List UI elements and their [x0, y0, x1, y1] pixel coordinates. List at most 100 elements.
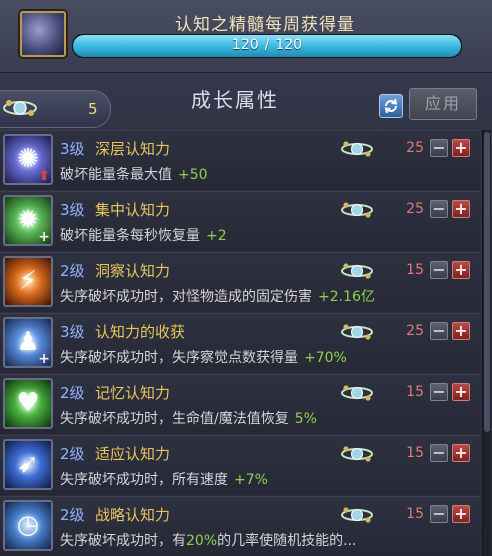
progress-current: 120 — [231, 37, 259, 53]
available-points-box: 5 — [0, 90, 111, 128]
increase-button[interactable]: + — [452, 444, 470, 462]
skill-row: ♥ 2级 记忆认知力 失序破坏成功时，生命值/魔法值恢复 5% 15 − + — [0, 374, 480, 434]
upgrade-arrow-icon: ⬆ — [38, 168, 50, 184]
skill-row: ⚡ 2级 洞察认知力 失序破坏成功时，对怪物造成的固定伤害 +2.16亿 15 −… — [0, 252, 480, 312]
increase-button[interactable]: + — [452, 383, 470, 401]
skill-row: ♟ + 3级 认知力的收获 失序破坏成功时，失序察觉点数获得量 +70% 25 −… — [0, 313, 480, 373]
increase-button[interactable]: + — [452, 200, 470, 218]
cognition-orb-icon — [341, 202, 373, 218]
skill-desc-highlight: 20% — [186, 533, 218, 549]
skill-description: 破坏能量条每秒恢复量 +2 — [60, 225, 227, 245]
decrease-button[interactable]: − — [430, 139, 448, 157]
decrease-button[interactable]: − — [430, 322, 448, 340]
progress-text: 120 / 120 — [73, 37, 461, 53]
skill-cost: 15 — [406, 262, 424, 278]
skill-list-scrollbar[interactable] — [482, 130, 491, 556]
decrease-button[interactable]: − — [430, 505, 448, 523]
skill-desc-text: 破坏能量条最大值 — [60, 167, 172, 183]
increase-button[interactable]: + — [452, 139, 470, 157]
skill-desc-text: 的几率使随机技能的... — [217, 533, 357, 549]
skill-desc-text: 失序破坏成功时，对怪物造成的固定伤害 — [60, 289, 312, 305]
skill-level: 3级 — [60, 201, 85, 219]
progress-max: 120 — [275, 37, 303, 53]
skill-description: 失序破坏成功时，失序察觉点数获得量 +70% — [60, 347, 347, 367]
decrease-button[interactable]: − — [430, 261, 448, 279]
skill-name: 洞察认知力 — [95, 262, 171, 280]
cognition-orb-icon — [341, 141, 373, 157]
skill-description: 失序破坏成功时，生命值/魔法值恢复 5% — [60, 408, 317, 428]
skill-desc-text: 破坏能量条每秒恢复量 — [60, 228, 200, 244]
skill-cost: 15 — [406, 384, 424, 400]
progress-separator: / — [264, 37, 270, 53]
cognition-orb-icon — [341, 324, 373, 340]
skill-description: 失序破坏成功时，对怪物造成的固定伤害 +2.16亿 — [60, 286, 375, 306]
skill-name: 记忆认知力 — [95, 384, 171, 402]
memory-cognition-icon: ♥ — [3, 378, 53, 429]
cognition-orb-icon — [3, 100, 37, 116]
skill-bonus: +50 — [178, 167, 208, 183]
weekly-essence-title: 认知之精髓每周获得量 — [175, 15, 355, 35]
skill-description: 破坏能量条最大值 +50 — [60, 164, 208, 184]
skill-level: 2级 — [60, 506, 85, 524]
skill-desc-text: 失序破坏成功时，失序察觉点数获得量 — [60, 350, 298, 366]
weekly-essence-header: 认知之精髓每周获得量 120 / 120 — [0, 0, 492, 73]
skill-level: 2级 — [60, 384, 85, 402]
increase-button[interactable]: + — [452, 261, 470, 279]
focus-cognition-icon: ✹ + — [3, 195, 53, 246]
harvest-cognition-icon: ♟ + — [3, 317, 53, 368]
apply-button[interactable]: 应用 — [409, 88, 477, 120]
skill-level: 2级 — [60, 262, 85, 280]
cognition-orb-icon — [341, 263, 373, 279]
cognition-essence-icon — [20, 11, 66, 57]
skill-row: ✺ ⬆ 3级 深层认知力 破坏能量条最大值 +50 25 − + — [0, 130, 480, 190]
cognition-orb-icon — [341, 507, 373, 523]
skill-bonus: +7% — [234, 472, 268, 488]
skill-level: 3级 — [60, 323, 85, 341]
deep-cognition-icon: ✺ ⬆ — [3, 134, 53, 185]
available-points-value: 5 — [88, 100, 98, 118]
increase-button[interactable]: + — [452, 322, 470, 340]
skill-bonus: +2.16亿 — [318, 289, 375, 305]
scrollbar-thumb[interactable] — [484, 132, 490, 432]
skill-cost: 25 — [406, 201, 424, 217]
cognition-orb-icon — [341, 446, 373, 462]
skill-row: ➹ 2级 适应认知力 失序破坏成功时，所有速度 +7% 15 − + — [0, 435, 480, 495]
skill-cost: 25 — [406, 323, 424, 339]
plus-badge-icon: + — [38, 351, 50, 367]
skill-bonus: 5% — [294, 411, 317, 427]
increase-button[interactable]: + — [452, 505, 470, 523]
refresh-icon — [384, 98, 398, 114]
skill-desc-text: 失序破坏成功时，有 — [60, 533, 186, 549]
skill-cost: 25 — [406, 140, 424, 156]
skill-description: 失序破坏成功时，所有速度 +7% — [60, 469, 268, 489]
plus-badge-icon: + — [38, 229, 50, 245]
skill-level: 2级 — [60, 445, 85, 463]
skill-name: 深层认知力 — [95, 140, 171, 158]
skill-cost: 15 — [406, 445, 424, 461]
decrease-button[interactable]: − — [430, 444, 448, 462]
skill-name: 认知力的收获 — [95, 323, 186, 341]
skill-cost: 15 — [406, 506, 424, 522]
skill-name: 集中认知力 — [95, 201, 171, 219]
section-title: 成长属性 — [191, 88, 279, 112]
strategy-cognition-icon: ◷ — [3, 500, 53, 551]
cognition-orb-icon — [341, 385, 373, 401]
refresh-button[interactable] — [379, 94, 403, 118]
skill-level: 3级 — [60, 140, 85, 158]
decrease-button[interactable]: − — [430, 383, 448, 401]
growth-attributes-panel: 认知之精髓每周获得量 120/120 5 成长属性 应用 ✺ ⬆ 3级 深层认知… — [0, 0, 492, 556]
skill-bonus: +2 — [206, 228, 227, 244]
skill-list: ✺ ⬆ 3级 深层认知力 破坏能量条最大值 +50 25 − + ✹ + 3级 集… — [0, 130, 480, 556]
skill-name: 适应认知力 — [95, 445, 171, 463]
skill-desc-text: 失序破坏成功时，生命值/魔法值恢复 — [60, 411, 289, 427]
skill-bonus: +70% — [304, 350, 347, 366]
weekly-essence-progress-bar: 120 / 120 — [72, 34, 462, 58]
skill-row: ✹ + 3级 集中认知力 破坏能量条每秒恢复量 +2 25 − + — [0, 191, 480, 251]
skill-name: 战略认知力 — [95, 506, 171, 524]
decrease-button[interactable]: − — [430, 200, 448, 218]
skill-row: ◷ 2级 战略认知力 失序破坏成功时，有20%的几率使随机技能的... 15 −… — [0, 496, 480, 556]
insight-cognition-icon: ⚡ — [3, 256, 53, 307]
skill-desc-text: 失序破坏成功时，所有速度 — [60, 472, 228, 488]
skill-description: 失序破坏成功时，有20%的几率使随机技能的... — [60, 530, 356, 550]
adapt-cognition-icon: ➹ — [3, 439, 53, 490]
